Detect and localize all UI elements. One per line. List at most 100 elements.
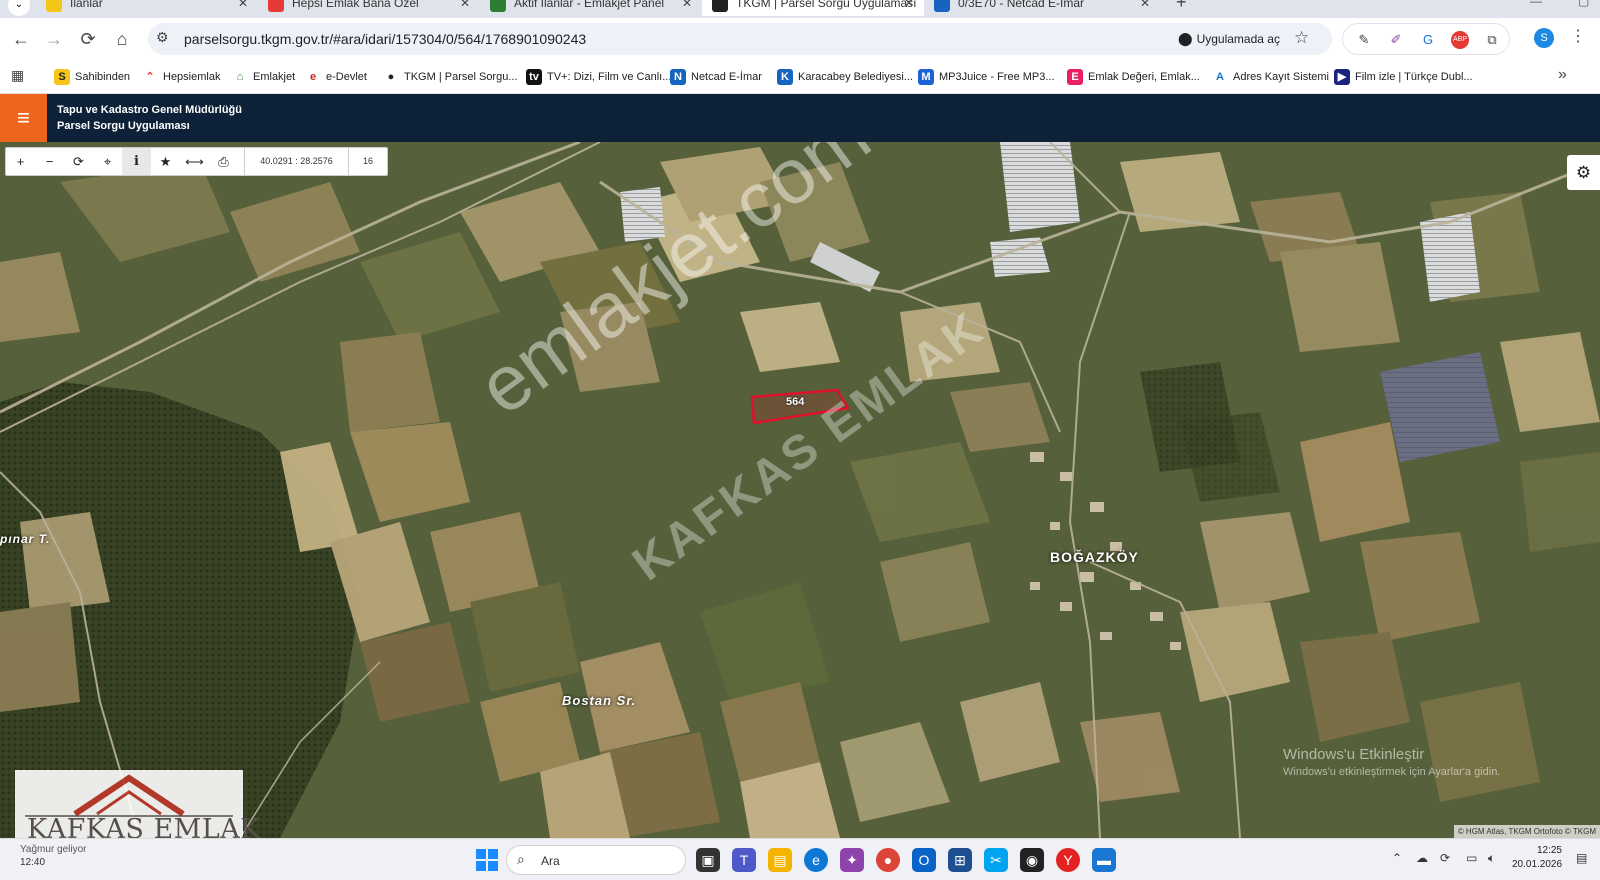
app-title: Tapu ve Kadastro Genel Müdürlüğü Parsel … — [57, 102, 242, 134]
close-tab-icon[interactable]: ✕ — [460, 0, 470, 16]
activation-subtitle: Windows'u etkinleştirmek için Ayarlar'a … — [1283, 766, 1501, 778]
windows-activation-notice: Windows'u Etkinleştir Windows'u etkinleş… — [1283, 746, 1500, 778]
bookmarks-bar: ▦ S Sahibinden ⌃ Hepsiemlak ⌂ Emlakjet e e-Devl… — [0, 60, 1600, 94]
close-tab-icon[interactable]: ✕ — [904, 0, 914, 16]
pen-extension-icon[interactable]: ✐ — [1387, 31, 1405, 49]
logo-text: KAFKAS EMLAK — [27, 814, 261, 838]
bookmark-favicon-icon: E — [1067, 69, 1083, 86]
weather-time: 12:40 — [20, 857, 46, 868]
menu-icon[interactable]: ≡ — [0, 94, 47, 142]
extensions-group: ✎ ✐ G ABP ⧉ — [1342, 23, 1510, 55]
favorite-button[interactable]: ★ — [151, 148, 180, 175]
locate-button[interactable]: ⌖ — [93, 148, 122, 175]
bookmark-favicon-icon: A — [1212, 69, 1228, 86]
tab-emlakjet-panel[interactable]: Aktif İlanlar - Emlakjet Panel ✕ — [480, 0, 702, 16]
yandex-icon[interactable]: Y — [1056, 848, 1080, 872]
bookmark-item[interactable]: N Netcad E-İmar — [670, 60, 762, 94]
volume-icon[interactable]: 🔈︎ — [1488, 851, 1495, 866]
open-in-app-button[interactable]: ⬤ Uygulamada aç — [1178, 23, 1280, 55]
address-bar[interactable]: ⚙ parselsorgu.tkgm.gov.tr/#ara/idari/157… — [148, 23, 1332, 55]
forward-button[interactable]: → — [42, 27, 66, 51]
new-tab-button[interactable]: + — [1176, 0, 1187, 13]
adblock-extension-icon[interactable]: ABP — [1451, 31, 1469, 49]
tab-netcad[interactable]: 0/3E70 - Netcad E-İmar ✕ — [924, 0, 1160, 16]
tab-ilanlar[interactable]: İlanlar ✕ — [36, 0, 258, 16]
back-button[interactable]: ← — [9, 27, 33, 51]
network-icon[interactable]: ▭ — [1466, 851, 1477, 865]
bookmark-item[interactable]: K Karacabey Belediyesi... — [777, 60, 913, 94]
onedrive-icon[interactable]: ☁ — [1416, 851, 1428, 865]
sahibinden-favicon-icon — [46, 0, 62, 12]
bookmark-label: Karacabey Belediyesi... — [798, 71, 913, 83]
edge-icon[interactable]: e — [804, 848, 828, 872]
sync-icon[interactable]: ⟳ — [1440, 851, 1450, 865]
tab-label: TKGM | Parsel Sorgu Uygulaması — [736, 0, 917, 10]
bookmark-item[interactable]: ⌃ Hepsiemlak — [142, 60, 220, 94]
bookmark-item[interactable]: tv TV+: Dizi, Film ve Canlı... — [526, 60, 671, 94]
bookmark-label: Adres Kayıt Sistemi — [1233, 71, 1329, 83]
bookmark-star-icon[interactable]: ☆ — [1294, 28, 1309, 48]
snipping-tool-icon[interactable]: ✂ — [984, 848, 1008, 872]
tab-search-button[interactable]: ⌄ — [8, 0, 30, 16]
site-info-icon[interactable]: ⚙ — [156, 29, 169, 46]
remote-desktop-icon[interactable]: ▬ — [1092, 848, 1116, 872]
taskbar-search[interactable]: ⌕ Ara — [506, 845, 686, 875]
eyedropper-extension-icon[interactable]: ✎ — [1355, 31, 1373, 49]
bookmark-favicon-icon: S — [54, 69, 70, 86]
store-icon[interactable]: ⊞ — [948, 848, 972, 872]
bookmark-item[interactable]: ● TKGM | Parsel Sorgu... — [383, 60, 518, 94]
measure-button[interactable]: ⟷ — [180, 148, 209, 175]
satellite-map[interactable]: emlakjet.com KAFKAS EMLAK 564 BOĞAZKÖY B… — [0, 142, 1600, 838]
translate-extension-icon[interactable]: G — [1419, 31, 1437, 49]
zoom-out-button[interactable]: − — [35, 148, 64, 175]
bookmark-item[interactable]: S Sahibinden — [54, 60, 130, 94]
camera-app-icon[interactable]: ◉ — [1020, 848, 1044, 872]
bookmark-item[interactable]: ⌂ Emlakjet — [232, 60, 295, 94]
apps-grid-icon[interactable]: ▦ — [11, 67, 27, 83]
map-attribution[interactable]: © HGM Atlas, TKGM Ortofoto © TKGM — [1453, 825, 1600, 838]
bookmark-item[interactable]: E Emlak Değeri, Emlak... — [1067, 60, 1200, 94]
tray-chevron-icon[interactable]: ⌃ — [1392, 851, 1402, 865]
chrome-icon[interactable]: ● — [876, 848, 900, 872]
location-pin-icon: ⬤ — [1178, 31, 1193, 46]
bookmark-item[interactable]: e e-Devlet — [305, 60, 367, 94]
close-tab-icon[interactable]: ✕ — [682, 0, 692, 16]
bookmark-favicon-icon: e — [305, 69, 321, 86]
info-button[interactable]: i — [122, 148, 151, 175]
windows-start-icon[interactable] — [476, 849, 498, 871]
copilot-icon[interactable]: ✦ — [840, 848, 864, 872]
profile-avatar[interactable]: S — [1534, 28, 1554, 48]
minimize-icon[interactable]: — — [1530, 0, 1542, 8]
notifications-icon[interactable]: ▤ — [1576, 851, 1587, 865]
taskbar-clock[interactable]: 12:25 20.01.2026 — [1512, 844, 1562, 872]
maximize-icon[interactable]: ▢ — [1578, 0, 1589, 8]
zoom-in-button[interactable]: + — [6, 148, 35, 175]
open-in-app-label: Uygulamada aç — [1196, 32, 1280, 46]
bookmark-item[interactable]: A Adres Kayıt Sistemi — [1212, 60, 1329, 94]
tab-hepsiemlak[interactable]: Hepsi Emlak Bana Özel ✕ — [258, 0, 480, 16]
extensions-puzzle-icon[interactable]: ⧉ — [1483, 31, 1501, 49]
tab-tkgm-parsel[interactable]: TKGM | Parsel Sorgu Uygulaması ✕ — [702, 0, 924, 16]
refresh-button[interactable]: ⟳ — [64, 148, 93, 175]
file-explorer-icon[interactable]: ▤ — [768, 848, 792, 872]
bookmark-item[interactable]: M MP3Juice - Free MP3... — [918, 60, 1055, 94]
locality-label-edge: pınar T. — [0, 532, 51, 546]
url-text[interactable]: parselsorgu.tkgm.gov.tr/#ara/idari/15730… — [184, 31, 586, 47]
browser-menu-icon[interactable]: ⋮ — [1570, 26, 1586, 46]
task-view-icon[interactable]: ▣ — [696, 848, 720, 872]
close-tab-icon[interactable]: ✕ — [1140, 0, 1150, 16]
bookmark-item[interactable]: ▶ Film izle | Türkçe Dubl... — [1334, 60, 1473, 94]
home-button[interactable]: ⌂ — [110, 27, 134, 51]
print-button[interactable]: ⎙ — [209, 148, 238, 175]
outlook-icon[interactable]: O — [912, 848, 936, 872]
bookmark-label: Emlakjet — [253, 71, 296, 83]
bookmark-label: TKGM | Parsel Sorgu... — [404, 71, 518, 83]
close-tab-icon[interactable]: ✕ — [238, 0, 248, 16]
kafkas-emlak-logo: KAFKAS EMLAK — [15, 770, 260, 838]
more-bookmarks-icon[interactable]: » — [1558, 66, 1567, 84]
teams-icon[interactable]: T — [732, 848, 756, 872]
weather-widget[interactable]: Yağmur geliyor 12:40 — [20, 843, 87, 869]
reload-button[interactable]: ⟳ — [76, 27, 100, 51]
settings-gear-icon[interactable]: ⚙ — [1567, 155, 1600, 190]
orthophoto-imagery — [0, 142, 1600, 838]
